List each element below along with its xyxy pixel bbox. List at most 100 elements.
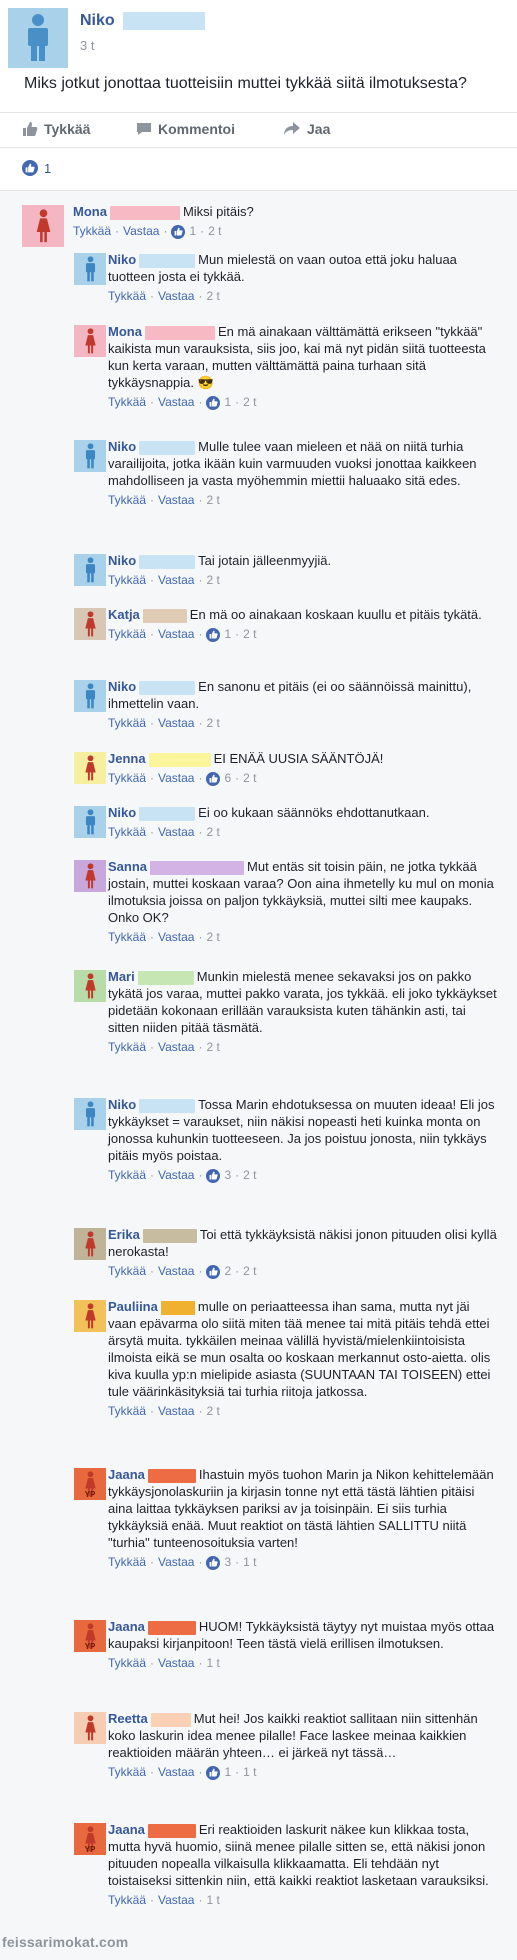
commenter-name[interactable]: Reetta [108, 1711, 148, 1726]
comment-reply-link[interactable]: Vastaa [158, 1892, 194, 1909]
comment-timestamp[interactable]: 2 t [208, 223, 221, 240]
comment-like-link[interactable]: Tykkää [108, 824, 146, 841]
comment-reply-link[interactable]: Vastaa [158, 1655, 194, 1672]
comment-timestamp[interactable]: 2 t [206, 929, 219, 946]
post-reactions[interactable]: 1 [22, 160, 51, 176]
commenter-name[interactable]: Erika [108, 1227, 140, 1242]
comment-reply-link[interactable]: Vastaa [158, 715, 194, 732]
comment-reply-link[interactable]: Vastaa [158, 288, 194, 305]
comment-like-link[interactable]: Tykkää [108, 626, 146, 643]
commenter-avatar[interactable] [74, 680, 106, 712]
comment-reply-link[interactable]: Vastaa [158, 1167, 194, 1184]
comment-timestamp[interactable]: 2 t [206, 824, 219, 841]
like-reaction-icon[interactable] [206, 1765, 221, 1780]
comment-timestamp[interactable]: 2 t [243, 770, 256, 787]
comment-like-link[interactable]: Tykkää [73, 223, 111, 240]
post-author[interactable]: Niko [80, 12, 206, 30]
comment-timestamp[interactable]: 1 t [206, 1655, 219, 1672]
comment-timestamp[interactable]: 2 t [206, 492, 219, 509]
comment-reply-link[interactable]: Vastaa [158, 572, 194, 589]
commenter-name[interactable]: Niko [108, 553, 136, 568]
reaction-count[interactable]: 1 [224, 394, 231, 411]
commenter-avatar[interactable]: YP [74, 1468, 106, 1500]
comment-like-link[interactable]: Tykkää [108, 1039, 146, 1056]
comment-like-link[interactable]: Tykkää [108, 1403, 146, 1420]
comment-reply-link[interactable]: Vastaa [158, 394, 194, 411]
commenter-name[interactable]: Niko [108, 679, 136, 694]
comment-like-link[interactable]: Tykkää [108, 715, 146, 732]
commenter-avatar[interactable]: YP [74, 1823, 106, 1855]
share-button[interactable]: Jaa [283, 121, 330, 137]
commenter-name[interactable]: Niko [108, 252, 136, 267]
commenter-avatar[interactable] [74, 752, 106, 784]
reaction-count[interactable]: 2 [224, 1263, 231, 1280]
commenter-avatar[interactable] [74, 440, 106, 472]
comment-timestamp[interactable]: 2 t [243, 394, 256, 411]
comment-timestamp[interactable]: 2 t [206, 1403, 219, 1420]
comment-like-link[interactable]: Tykkää [108, 288, 146, 305]
like-reaction-icon[interactable] [206, 395, 221, 410]
comment-like-link[interactable]: Tykkää [108, 1764, 146, 1781]
commenter-avatar[interactable]: YP [74, 1620, 106, 1652]
reaction-count[interactable]: 3 [224, 1554, 231, 1571]
comment-button[interactable]: Kommentoi [136, 121, 235, 137]
commenter-name[interactable]: Jenna [108, 751, 146, 766]
commenter-name[interactable]: Mari [108, 969, 135, 984]
commenter-name[interactable]: Niko [108, 439, 136, 454]
comment-timestamp[interactable]: 2 t [243, 626, 256, 643]
avatar[interactable] [8, 8, 68, 68]
comment-reply-link[interactable]: Vastaa [123, 223, 159, 240]
comment-like-link[interactable]: Tykkää [108, 929, 146, 946]
commenter-name[interactable]: Jaana [108, 1467, 145, 1482]
comment-reply-link[interactable]: Vastaa [158, 626, 194, 643]
comment-like-link[interactable]: Tykkää [108, 394, 146, 411]
comment-reply-link[interactable]: Vastaa [158, 929, 194, 946]
comment-timestamp[interactable]: 2 t [206, 1039, 219, 1056]
commenter-avatar[interactable] [74, 1228, 106, 1260]
comment-like-link[interactable]: Tykkää [108, 1263, 146, 1280]
comment-reply-link[interactable]: Vastaa [158, 824, 194, 841]
comment-timestamp[interactable]: 1 t [206, 1892, 219, 1909]
commenter-avatar[interactable] [74, 554, 106, 586]
commenter-avatar[interactable] [74, 806, 106, 838]
comment-timestamp[interactable]: 1 t [243, 1554, 256, 1571]
commenter-avatar[interactable] [22, 205, 64, 247]
commenter-avatar[interactable] [74, 1300, 106, 1332]
commenter-name[interactable]: Niko [108, 1097, 136, 1112]
comment-reply-link[interactable]: Vastaa [158, 1039, 194, 1056]
comment-reply-link[interactable]: Vastaa [158, 492, 194, 509]
comment-timestamp[interactable]: 2 t [243, 1263, 256, 1280]
comment-like-link[interactable]: Tykkää [108, 770, 146, 787]
comment-reply-link[interactable]: Vastaa [158, 1263, 194, 1280]
commenter-name[interactable]: Katja [108, 607, 140, 622]
comment-like-link[interactable]: Tykkää [108, 1655, 146, 1672]
commenter-name[interactable]: Pauliina [108, 1299, 158, 1314]
comment-reply-link[interactable]: Vastaa [158, 770, 194, 787]
commenter-avatar[interactable] [74, 1712, 106, 1744]
comment-timestamp[interactable]: 1 t [243, 1764, 256, 1781]
comment-timestamp[interactable]: 2 t [243, 1167, 256, 1184]
comment-timestamp[interactable]: 2 t [206, 572, 219, 589]
comment-like-link[interactable]: Tykkää [108, 572, 146, 589]
commenter-name[interactable]: Jaana [108, 1619, 145, 1634]
reaction-count[interactable]: 6 [224, 770, 231, 787]
commenter-avatar[interactable] [74, 970, 106, 1002]
commenter-name[interactable]: Sanna [108, 859, 147, 874]
comment-like-link[interactable]: Tykkää [108, 492, 146, 509]
commenter-name[interactable]: Jaana [108, 1822, 145, 1837]
commenter-name[interactable]: Niko [108, 805, 136, 820]
commenter-avatar[interactable] [74, 608, 106, 640]
comment-timestamp[interactable]: 2 t [206, 715, 219, 732]
commenter-avatar[interactable] [74, 325, 106, 357]
reaction-count[interactable]: 1 [224, 1764, 231, 1781]
comment-reply-link[interactable]: Vastaa [158, 1403, 194, 1420]
commenter-name[interactable]: Mona [73, 204, 107, 219]
reaction-count[interactable]: 1 [189, 223, 196, 240]
reaction-count[interactable]: 3 [224, 1167, 231, 1184]
like-reaction-icon[interactable] [206, 1555, 221, 1570]
like-reaction-icon[interactable] [206, 771, 221, 786]
comment-reply-link[interactable]: Vastaa [158, 1764, 194, 1781]
like-reaction-icon[interactable] [206, 627, 221, 642]
like-button[interactable]: Tykkää [22, 121, 90, 137]
commenter-avatar[interactable] [74, 1098, 106, 1130]
